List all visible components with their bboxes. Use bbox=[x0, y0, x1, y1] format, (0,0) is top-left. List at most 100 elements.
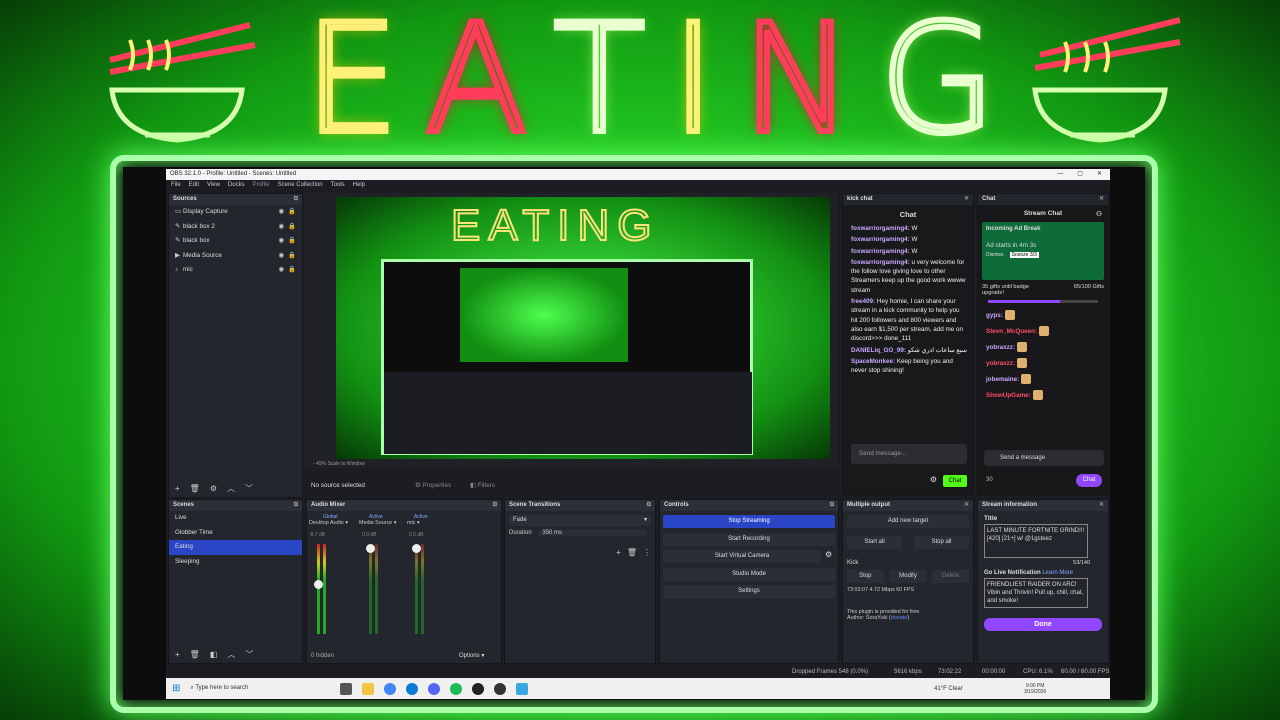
eye-icon[interactable]: ◉ bbox=[279, 205, 285, 220]
trash-icon[interactable]: 🗑 bbox=[190, 649, 200, 661]
add-icon[interactable]: + bbox=[175, 649, 180, 661]
chat-username[interactable]: Stevn_McQueen: bbox=[986, 328, 1037, 335]
dismiss-button[interactable]: Dismiss bbox=[986, 252, 1004, 258]
eye-icon[interactable]: ◉ bbox=[279, 263, 285, 278]
source-item[interactable]: ✎ black box ◉ 🔒 bbox=[169, 234, 302, 249]
menu-tools[interactable]: Tools bbox=[331, 180, 345, 191]
close-icon[interactable]: ✕ bbox=[1099, 500, 1104, 511]
chat-username[interactable]: foxwarriorgaming4: bbox=[851, 225, 910, 232]
close-icon[interactable]: ✕ bbox=[1099, 194, 1104, 205]
stop-streaming-button[interactable]: Stop Streaming bbox=[663, 515, 835, 528]
zoom-readout[interactable]: - 49% Scale to Window bbox=[313, 461, 365, 467]
up-icon[interactable]: ︿ bbox=[227, 483, 235, 495]
dock-float-icon[interactable]: ⧉ bbox=[294, 194, 298, 205]
options-button[interactable]: Options ▾ bbox=[459, 652, 484, 659]
source-item[interactable]: ▭ Display Capture ◉ 🔒 bbox=[169, 205, 302, 220]
menu-scene-collection[interactable]: Scene Collection bbox=[278, 180, 323, 191]
scene-item[interactable]: Live bbox=[169, 511, 302, 526]
lock-icon[interactable]: 🔒 bbox=[288, 234, 296, 249]
menu-docks[interactable]: Docks bbox=[228, 180, 245, 191]
kick-chat-send-button[interactable]: Chat bbox=[943, 475, 967, 487]
chat-username[interactable]: foxwarriorgaming4: bbox=[851, 248, 910, 255]
close-icon[interactable]: ✕ bbox=[964, 194, 969, 205]
volume-slider[interactable] bbox=[366, 544, 375, 553]
add-icon[interactable]: + bbox=[616, 548, 621, 557]
dock-float-icon[interactable]: ⧉ bbox=[294, 500, 298, 511]
up-icon[interactable]: ︿ bbox=[227, 649, 235, 661]
edge-icon[interactable] bbox=[406, 682, 419, 695]
properties-button[interactable]: ⚙ Properties bbox=[415, 480, 451, 492]
gear-icon[interactable]: ⚙ bbox=[930, 475, 937, 484]
chat-username[interactable]: jobemaine: bbox=[986, 376, 1019, 383]
volume-slider[interactable] bbox=[412, 544, 421, 553]
delete-button[interactable]: Delete bbox=[932, 569, 970, 583]
twitch-message-input[interactable]: Send a message bbox=[984, 450, 1104, 466]
channel-desktop-audio[interactable]: Desktop Audio ▾ bbox=[309, 520, 348, 526]
stop-all-button[interactable]: Stop all bbox=[914, 536, 969, 549]
chat-username[interactable]: SpaceMonkee: bbox=[851, 358, 895, 365]
eye-icon[interactable]: ◉ bbox=[279, 220, 285, 235]
trash-icon[interactable]: 🗑 bbox=[190, 483, 200, 495]
lock-icon[interactable]: 🔒 bbox=[288, 263, 296, 278]
volume-slider[interactable] bbox=[314, 580, 323, 589]
taskbar-search[interactable]: ⌕ Type here to search bbox=[190, 685, 330, 692]
chat-username[interactable]: yobraxzz: bbox=[986, 360, 1015, 367]
kick-message-input[interactable]: Send message... bbox=[851, 444, 967, 464]
scene-item[interactable]: Eating bbox=[169, 540, 302, 555]
file-explorer-icon[interactable] bbox=[362, 682, 375, 695]
chat-username[interactable]: foxwarriorgaming4: bbox=[851, 259, 910, 266]
chrome-icon[interactable] bbox=[384, 682, 397, 695]
gear-icon[interactable]: ⚙ bbox=[210, 483, 217, 495]
donate-link[interactable]: donate bbox=[891, 615, 908, 621]
settings-button[interactable]: Settings bbox=[663, 585, 835, 599]
snooze-button[interactable]: Snooze 3/3 bbox=[1009, 252, 1039, 258]
windows-start-icon[interactable]: ⊞ bbox=[172, 683, 180, 694]
chat-username[interactable]: ShowUpGame: bbox=[986, 392, 1031, 399]
lock-icon[interactable]: 🔒 bbox=[288, 249, 296, 264]
lock-icon[interactable]: 🔒 bbox=[288, 205, 296, 220]
start-recording-button[interactable]: Start Recording bbox=[663, 532, 835, 546]
eye-icon[interactable]: ◉ bbox=[279, 249, 285, 264]
add-new-target-button[interactable]: Add new target bbox=[847, 515, 969, 528]
modify-button[interactable]: Modify bbox=[889, 569, 927, 583]
duration-input[interactable]: 350 ms bbox=[539, 530, 648, 536]
transition-select[interactable]: Fade ▾ bbox=[509, 515, 651, 526]
menu-edit[interactable]: Edit bbox=[189, 180, 199, 191]
obs-icon[interactable] bbox=[472, 682, 485, 695]
filters-button[interactable]: ◧ Filters bbox=[470, 480, 495, 492]
app-icon[interactable] bbox=[494, 682, 507, 695]
menu-help[interactable]: Help bbox=[353, 180, 365, 191]
filter-icon[interactable]: ◧ bbox=[210, 649, 218, 661]
chat-username[interactable]: yobraxzz: bbox=[986, 344, 1015, 351]
learn-more-link[interactable]: Learn More bbox=[1042, 570, 1073, 576]
scene-item[interactable]: Sleeping bbox=[169, 555, 302, 570]
chat-username[interactable]: DANIELiq_GO_99: bbox=[851, 347, 906, 354]
close-icon[interactable]: ✕ bbox=[1097, 169, 1102, 180]
menu-view[interactable]: View bbox=[207, 180, 220, 191]
source-item[interactable]: ▶ Media Source ◉ 🔒 bbox=[169, 249, 302, 264]
source-item[interactable]: ♪ mic ◉ 🔒 bbox=[169, 263, 302, 278]
chat-username[interactable]: gyps: bbox=[986, 312, 1003, 319]
channel-points[interactable]: 30 bbox=[986, 477, 993, 483]
more-icon[interactable]: ⋮ bbox=[643, 548, 651, 557]
spotify-icon[interactable] bbox=[450, 682, 463, 695]
gear-icon[interactable]: ⚙ bbox=[825, 550, 832, 559]
done-button[interactable]: Done bbox=[984, 618, 1102, 631]
twitch-chat-send-button[interactable]: Chat bbox=[1076, 474, 1102, 487]
app-icon[interactable] bbox=[516, 682, 529, 695]
down-icon[interactable]: ﹀ bbox=[245, 649, 253, 661]
chat-username[interactable]: free409: bbox=[851, 298, 875, 305]
close-icon[interactable]: ✕ bbox=[964, 500, 969, 511]
chat-username[interactable]: foxwarriorgaming4: bbox=[851, 236, 910, 243]
start-all-button[interactable]: Start all bbox=[847, 536, 902, 549]
title-input[interactable]: LAST MINUTE FORTNITE GRIND!!! [420] [21+… bbox=[984, 524, 1088, 558]
scene-item[interactable]: Globber Time bbox=[169, 526, 302, 541]
discord-icon[interactable] bbox=[428, 682, 441, 695]
stop-target-button[interactable]: Stop bbox=[847, 569, 884, 583]
dock-float-icon[interactable]: ⧉ bbox=[493, 500, 497, 511]
users-icon[interactable]: ⚇ bbox=[1096, 210, 1102, 218]
preview-canvas[interactable]: EATING bbox=[336, 197, 830, 459]
minimize-icon[interactable]: — bbox=[1057, 169, 1063, 180]
dock-float-icon[interactable]: ⧉ bbox=[647, 500, 651, 511]
channel-mic[interactable]: mic ▾ bbox=[407, 520, 420, 526]
